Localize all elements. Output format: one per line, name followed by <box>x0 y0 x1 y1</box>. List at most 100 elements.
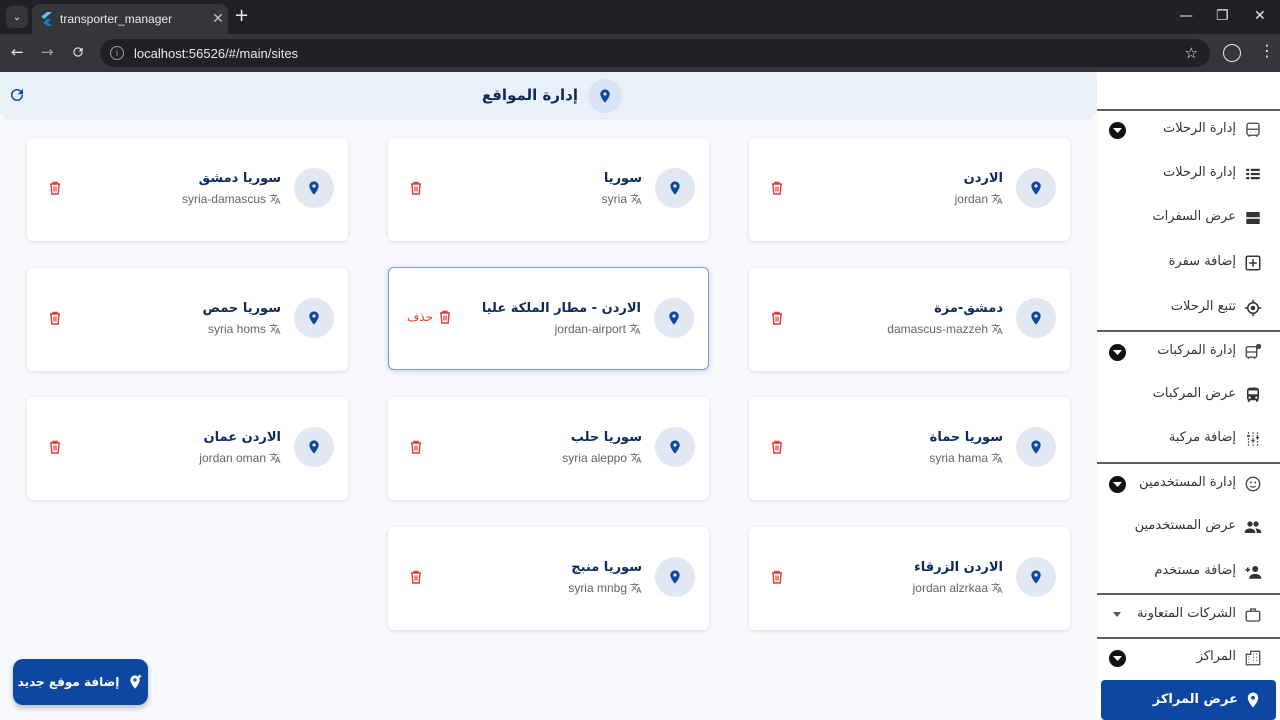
sidebar-label: إضافة سفرة <box>1168 254 1236 269</box>
site-slug: jordan-airport <box>555 322 641 336</box>
bus-alert-icon <box>1245 343 1262 359</box>
tab-close-icon[interactable]: ✕ <box>208 11 228 27</box>
location-pin-icon <box>1016 557 1056 597</box>
site-slug: syria-damascus <box>182 192 281 206</box>
site-card[interactable]: دمشق-مزة damascus-mazzeh <box>749 268 1070 371</box>
delete-icon[interactable] <box>49 311 61 325</box>
site-card[interactable]: الاردن عمان jordan oman <box>27 397 348 500</box>
sidebar-group-vehicles[interactable]: إدارة المركبات <box>1097 332 1280 372</box>
site-card[interactable]: الاردن jordan <box>749 138 1070 241</box>
new-tab-button[interactable]: + <box>234 7 249 25</box>
sidebar-group-users[interactable]: إدارة المستخدمين <box>1097 464 1280 504</box>
site-card[interactable]: سوريا حلب syria aleppo <box>388 397 709 500</box>
delete-button[interactable]: حذف <box>407 310 451 324</box>
location-pin-icon <box>1247 692 1259 708</box>
location-pin-icon <box>654 298 694 338</box>
location-pin-icon <box>655 168 695 208</box>
sidebar-item-add-vehicle[interactable]: إضافة مركبة <box>1097 419 1280 459</box>
sidebar-label: عرض المراكز <box>1152 692 1238 707</box>
restore-button[interactable]: ❐ <box>1216 8 1229 24</box>
url-text[interactable]: localhost:56526/#/main/sites <box>134 46 1185 61</box>
location-pin-icon <box>294 168 334 208</box>
sidebar-item-add-journey[interactable]: إضافة سفرة <box>1097 243 1280 283</box>
site-slug: jordan <box>955 192 1003 206</box>
site-slug: damascus-mazzeh <box>887 322 1003 336</box>
sidebar-group-partner-companies[interactable]: الشركات المتعاونة <box>1097 595 1280 635</box>
expand-toggle-icon[interactable] <box>1109 650 1126 667</box>
translate-icon <box>991 453 1003 463</box>
location-pin-icon <box>294 298 334 338</box>
sidebar-item-add-user[interactable]: إضافة مستخدم <box>1097 552 1280 592</box>
sidebar-label: إدارة الرحلات <box>1162 121 1236 136</box>
profile-icon[interactable] <box>1223 44 1241 62</box>
browser-tab[interactable]: transporter_manager ✕ <box>32 4 228 34</box>
page-title: إدارة المواقع <box>481 86 578 104</box>
translate-icon <box>269 453 281 463</box>
site-card-selected[interactable]: الاردن - مطار الملكة عليا jordan-airport… <box>388 267 709 370</box>
add-box-icon <box>1245 255 1261 271</box>
add-site-label: إضافة موقع جديد <box>17 675 120 689</box>
tab-search-button[interactable]: ⌄ <box>6 6 28 28</box>
site-slug: syria mnbg <box>568 581 642 595</box>
translate-icon <box>991 324 1003 334</box>
address-bar[interactable]: i localhost:56526/#/main/sites ☆ <box>100 39 1210 67</box>
translate-icon <box>991 194 1003 204</box>
expand-toggle-icon[interactable] <box>1109 344 1126 361</box>
delete-icon[interactable] <box>49 440 61 454</box>
bus-icon <box>1246 122 1260 137</box>
site-card[interactable]: الاردن الزرقاء jordan alzrkaa <box>749 527 1070 630</box>
sidebar-item-view-journeys[interactable]: عرض السفرات <box>1097 198 1280 238</box>
delete-icon[interactable] <box>771 440 783 454</box>
delete-icon[interactable] <box>410 440 422 454</box>
site-card[interactable]: سوريا حمص syria homs <box>27 268 348 371</box>
bookmark-star-icon[interactable]: ☆ <box>1185 44 1198 62</box>
site-card[interactable]: سوريا دمشق syria-damascus <box>27 138 348 241</box>
sidebar: إدارة الرحلات إدارة الرحلات عرض السفرات … <box>1097 72 1280 720</box>
delete-icon[interactable] <box>49 181 61 195</box>
briefcase-icon <box>1245 608 1261 622</box>
app-root: إدارة المواقع الاردن jordan سوريا syria … <box>0 72 1280 720</box>
sidebar-label: إضافة مركبة <box>1168 430 1236 445</box>
site-info-icon[interactable]: i <box>110 46 124 60</box>
site-name: الاردن - مطار الملكة عليا <box>481 301 641 316</box>
sidebar-label: إدارة الرحلات <box>1162 165 1236 180</box>
forward-button[interactable]: → <box>41 43 54 61</box>
sidebar-item-view-vehicles[interactable]: عرض المركبات <box>1097 375 1280 415</box>
sidebar-label: المراكز <box>1196 649 1236 664</box>
sidebar-label: تتبع الرحلات <box>1170 299 1236 314</box>
tune-icon <box>1247 432 1259 446</box>
site-name: سوريا حلب <box>570 430 642 445</box>
sidebar-item-view-users[interactable]: عرض المستخدمين <box>1097 507 1280 547</box>
delete-icon[interactable] <box>410 181 422 195</box>
expand-toggle-icon[interactable] <box>1109 476 1126 493</box>
sidebar-group-trips[interactable]: إدارة الرحلات <box>1097 110 1280 150</box>
sidebar-label: عرض السفرات <box>1152 209 1236 224</box>
delete-icon[interactable] <box>771 181 783 195</box>
page-header: إدارة المواقع <box>0 72 1096 118</box>
add-site-button[interactable]: إضافة موقع جديد <box>13 659 148 705</box>
delete-icon[interactable] <box>771 570 783 584</box>
reload-icon[interactable] <box>71 45 85 59</box>
sidebar-item-manage-trips[interactable]: إدارة الرحلات <box>1097 154 1280 194</box>
back-button[interactable]: ← <box>11 43 24 61</box>
sidebar-item-track-trips[interactable]: تتبع الرحلات <box>1097 288 1280 328</box>
expand-toggle-icon[interactable] <box>1109 122 1126 139</box>
site-card[interactable]: سوريا syria <box>388 138 709 241</box>
site-card[interactable]: سوريا حماة syria hama <box>749 397 1070 500</box>
delete-icon[interactable] <box>410 570 422 584</box>
sidebar-item-view-centers[interactable]: عرض المراكز <box>1101 680 1276 720</box>
chevron-down-icon[interactable] <box>1113 612 1121 617</box>
browser-menu-icon[interactable]: ⋮ <box>1259 43 1275 59</box>
storage-icon <box>1246 212 1260 224</box>
location-pin-icon <box>294 427 334 467</box>
site-card[interactable]: سوريا منبج syria mnbg <box>388 527 709 630</box>
site-name: سوريا دمشق <box>198 171 281 186</box>
delete-icon[interactable] <box>771 311 783 325</box>
minimize-button[interactable]: — <box>1179 8 1193 24</box>
window-close-button[interactable]: ✕ <box>1254 8 1266 24</box>
refresh-icon[interactable] <box>8 86 26 104</box>
list-icon <box>1246 168 1260 180</box>
translate-icon <box>630 453 642 463</box>
site-name: دمشق-مزة <box>934 301 1003 316</box>
sidebar-group-centers[interactable]: المراكز <box>1097 638 1280 678</box>
